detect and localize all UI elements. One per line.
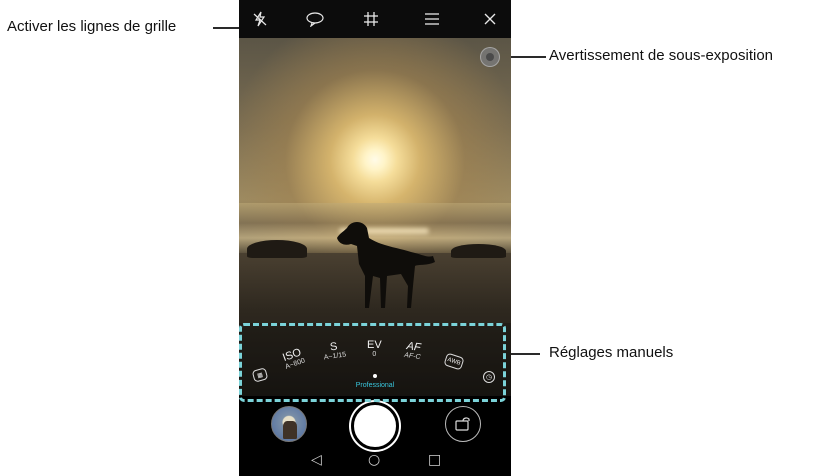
camera-bottom-bar: ◁ ○ □ xyxy=(239,396,511,476)
dog-silhouette xyxy=(337,222,435,308)
switch-camera-button[interactable] xyxy=(445,406,481,442)
rock xyxy=(451,244,506,258)
nav-back-icon[interactable]: ◁ xyxy=(311,452,322,468)
nav-home-icon[interactable]: ○ xyxy=(368,452,380,468)
nav-recent-icon[interactable]: □ xyxy=(428,452,441,468)
menu-icon[interactable] xyxy=(421,8,443,30)
flash-off-icon[interactable] xyxy=(249,8,271,30)
grid-icon[interactable] xyxy=(360,8,382,30)
phone-screen: ▦ ISO A~800 S A~1/15 EV 0 AF AF-C AWB ◷ … xyxy=(239,0,511,476)
underexposure-warning-button[interactable] xyxy=(480,47,500,67)
callout-underexposure: Avertissement de sous-exposition xyxy=(549,47,774,64)
close-icon[interactable] xyxy=(479,8,501,30)
switch-camera-icon xyxy=(455,417,470,431)
callout-grid-lines: Activer les lignes de grille xyxy=(7,18,177,35)
shutter-button[interactable] xyxy=(351,402,399,450)
callout-manual-settings: Réglages manuels xyxy=(549,344,674,361)
camera-top-bar xyxy=(239,0,511,38)
speech-bubble-icon[interactable] xyxy=(304,8,326,30)
gallery-thumbnail[interactable] xyxy=(271,406,307,442)
manual-settings-highlight xyxy=(239,323,506,402)
rock xyxy=(247,240,307,258)
